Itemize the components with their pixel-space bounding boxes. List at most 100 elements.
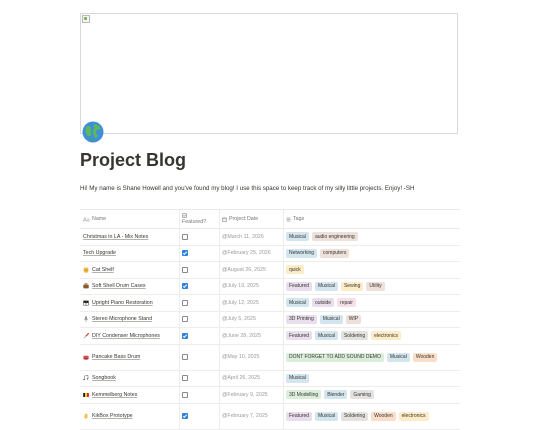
table-row[interactable]: Christmas in LA - Mix Notes @March 11, 20…: [80, 229, 460, 246]
row-name-link[interactable]: Cat Shelf: [92, 267, 114, 273]
tag-chip[interactable]: Musical: [315, 331, 338, 341]
row-date-cell[interactable]: @July 12, 2025: [222, 295, 282, 311]
featured-checkbox[interactable]: [182, 266, 188, 273]
tag-chip[interactable]: Utility: [366, 281, 385, 291]
tag-chip[interactable]: DONT FORGET TO ADD SOUND DEMO: [286, 352, 384, 362]
row-tags-cell[interactable]: 3D Modelling Blender Gaming: [286, 387, 458, 403]
table-row[interactable]: Soft Shell Drum Cases @July 19, 2025 Featu…: [80, 278, 460, 295]
row-tags-cell[interactable]: Featured Musical Sewing Utility: [286, 279, 458, 295]
globe-icon[interactable]: [82, 121, 104, 143]
row-name-link[interactable]: KikBox Prototype: [92, 413, 133, 419]
row-tags-cell[interactable]: 3D Printing Musical WIP: [286, 312, 458, 328]
row-date-cell[interactable]: @July 5, 2025: [222, 312, 282, 328]
tag-chip[interactable]: quick: [286, 265, 304, 275]
row-name-link[interactable]: Songbook: [92, 375, 116, 381]
row-date-cell[interactable]: @February 7, 2025: [222, 404, 282, 429]
table-row[interactable]: KikBox Prototype @February 7, 2025 Feature…: [80, 403, 460, 430]
featured-checkbox[interactable]: [182, 316, 188, 323]
tag-chip[interactable]: computers: [320, 248, 350, 258]
row-name-cell[interactable]: Christmas in LA - Mix Notes: [83, 229, 179, 245]
tag-chip[interactable]: repair: [337, 298, 356, 308]
row-name-cell[interactable]: DIY Condenser Microphones: [83, 328, 179, 344]
row-name-cell[interactable]: Cat Shelf: [83, 262, 179, 278]
featured-checkbox[interactable]: [182, 233, 188, 240]
tag-chip[interactable]: 3D Modelling: [286, 390, 322, 400]
row-name-link[interactable]: Tech Upgrade: [83, 250, 116, 256]
row-name-cell[interactable]: KikBox Prototype: [83, 404, 179, 429]
row-tags-cell[interactable]: Featured Musical Soldering Wooden electronic…: [286, 404, 458, 429]
row-name-cell[interactable]: Pancake Bass Drum: [83, 345, 179, 370]
tag-chip[interactable]: electronics: [398, 411, 429, 421]
row-tags-cell[interactable]: quick: [286, 262, 458, 278]
row-date-cell[interactable]: @February 25, 2026: [222, 246, 282, 262]
row-name-cell[interactable]: Songbook: [83, 371, 179, 387]
page-cover-image[interactable]: [80, 13, 458, 134]
row-tags-cell[interactable]: Musical audio engineering: [286, 229, 458, 245]
tag-chip[interactable]: Featured: [286, 411, 313, 421]
row-name-cell[interactable]: Soft Shell Drum Cases: [83, 279, 179, 295]
row-tags-cell[interactable]: Musical: [286, 371, 458, 387]
tag-chip[interactable]: Musical: [315, 281, 338, 291]
row-name-link[interactable]: Pancake Bass Drum: [92, 354, 140, 360]
table-row[interactable]: Kemmelberg Notes @February 9, 2025 3D Mode…: [80, 387, 460, 404]
tag-chip[interactable]: Gaming: [350, 390, 374, 400]
tag-chip[interactable]: Featured: [286, 331, 313, 341]
row-name-link[interactable]: DIY Condenser Microphones: [92, 333, 160, 339]
tag-chip[interactable]: Networking: [286, 248, 318, 258]
tag-chip[interactable]: outside: [311, 298, 335, 308]
featured-checkbox[interactable]: [182, 413, 188, 419]
row-date-cell[interactable]: @February 9, 2025: [222, 387, 282, 403]
featured-checkbox[interactable]: [182, 250, 188, 257]
row-name-cell[interactable]: Tech Upgrade: [83, 246, 179, 262]
featured-checkbox[interactable]: [182, 391, 188, 398]
tag-chip[interactable]: Musical: [286, 373, 309, 383]
tag-chip[interactable]: Musical: [386, 352, 410, 362]
table-row[interactable]: Cat Shelf @August 26, 2025 quick: [80, 262, 460, 279]
table-row[interactable]: Songbook @April 26, 2025 Musical: [80, 370, 460, 387]
header-name[interactable]: Aa Name: [83, 210, 106, 228]
tag-chip[interactable]: Sewing: [340, 281, 364, 291]
tag-chip[interactable]: audio engineering: [311, 232, 358, 242]
tag-chip[interactable]: electronics: [371, 331, 402, 341]
row-date-cell[interactable]: @July 19, 2025: [222, 279, 282, 295]
row-name-cell[interactable]: Stereo Microphone Stand: [83, 312, 179, 328]
featured-checkbox[interactable]: [182, 299, 188, 306]
tag-chip[interactable]: 3D Printing: [286, 314, 317, 324]
row-tags-cell[interactable]: Networking computers: [286, 246, 458, 262]
header-tags[interactable]: Tags: [286, 210, 304, 228]
tag-chip[interactable]: WIP: [345, 314, 362, 324]
header-featured[interactable]: Featured?: [182, 210, 206, 228]
table-row[interactable]: Upright Piano Restoration @July 12, 2025 M…: [80, 295, 460, 312]
row-date-cell[interactable]: @August 26, 2025: [222, 262, 282, 278]
row-tags-cell[interactable]: DONT FORGET TO ADD SOUND DEMO Musical Wood…: [286, 345, 458, 370]
row-name-link[interactable]: Christmas in LA - Mix Notes: [83, 234, 148, 240]
featured-checkbox[interactable]: [182, 332, 188, 339]
tag-chip[interactable]: Musical: [319, 314, 343, 324]
tag-chip[interactable]: Featured: [286, 281, 313, 291]
tag-chip[interactable]: Musical: [315, 411, 338, 421]
row-name-link[interactable]: Kemmelberg Notes: [92, 392, 137, 398]
tag-chip[interactable]: Wooden: [412, 352, 438, 362]
table-row[interactable]: Stereo Microphone Stand @July 5, 2025 3D P…: [80, 311, 460, 328]
table-row[interactable]: DIY Condenser Microphones @June 28, 2025 F…: [80, 328, 460, 345]
row-date-cell[interactable]: @May 10, 2025: [222, 345, 282, 370]
tag-chip[interactable]: Wooden: [371, 411, 396, 421]
table-row[interactable]: Pancake Bass Drum @May 10, 2025 DONT FORGE…: [80, 344, 460, 371]
tag-chip[interactable]: Musical: [286, 298, 309, 308]
tag-chip[interactable]: Soldering: [340, 411, 369, 421]
row-name-cell[interactable]: Kemmelberg Notes: [83, 387, 179, 403]
tag-chip[interactable]: Blender: [324, 390, 348, 400]
header-project-date[interactable]: Project Date: [222, 210, 258, 228]
row-name-cell[interactable]: Upright Piano Restoration: [83, 295, 179, 311]
row-name-link[interactable]: Stereo Microphone Stand: [92, 316, 152, 322]
row-date-cell[interactable]: @April 26, 2025: [222, 371, 282, 387]
row-tags-cell[interactable]: Musical outside repair: [286, 295, 458, 311]
tag-chip[interactable]: Soldering: [340, 331, 369, 341]
row-tags-cell[interactable]: Featured Musical Soldering electronics: [286, 328, 458, 344]
featured-checkbox[interactable]: [182, 354, 188, 360]
table-row[interactable]: Tech Upgrade @February 25, 2026 Networking…: [80, 245, 460, 262]
row-name-link[interactable]: Upright Piano Restoration: [92, 300, 153, 306]
featured-checkbox[interactable]: [182, 375, 188, 382]
row-date-cell[interactable]: @March 11, 2026: [222, 229, 282, 245]
tag-chip[interactable]: Musical: [286, 232, 309, 242]
